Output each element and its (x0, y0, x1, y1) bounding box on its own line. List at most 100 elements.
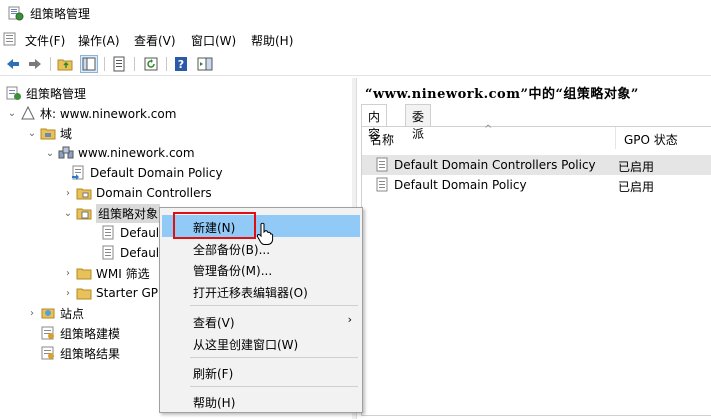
menu-window[interactable]: 窗口(W) (191, 32, 236, 49)
column-header-name[interactable]: 名称 ^ (362, 124, 616, 149)
gpo-scroll-icon (376, 157, 388, 172)
menu-item-refresh[interactable]: 刷新(F) (162, 361, 360, 383)
menu-separator (190, 386, 358, 387)
title-bar: 组策略管理 (0, 0, 711, 26)
menu-item-migration-table-editor[interactable]: 打开迁移表编辑器(O) (162, 280, 360, 302)
refresh-icon[interactable] (142, 55, 160, 73)
toolbar: ? (0, 52, 711, 76)
group-policy-app-icon (8, 6, 24, 21)
tree-item-group-policy-objects[interactable]: ⌄ 组策略对象 (62, 203, 161, 223)
row-name-cell: Default Domain Controllers Policy (374, 157, 596, 173)
tree-label: 林: www.ninework.com (40, 106, 177, 121)
gpo-list: 名称 ^ GPO 状态 Default Domain Controllers P… (361, 124, 711, 416)
tab-contents[interactable]: 内容 (361, 104, 388, 141)
menu-help[interactable]: 帮助(H) (251, 32, 293, 49)
chevron-right-icon[interactable]: › (62, 187, 74, 199)
menu-item-view[interactable]: 查看(V) › (162, 310, 360, 332)
toolbar-separator (166, 57, 167, 71)
chevron-down-icon[interactable]: ⌄ (26, 127, 38, 139)
menu-action[interactable]: 操作(A) (78, 32, 120, 49)
menu-view[interactable]: 查看(V) (134, 32, 176, 49)
gpo-status: 已启用 (618, 180, 655, 194)
tree-item-modeling[interactable]: 组策略建模 (38, 323, 120, 343)
domain-icon (58, 146, 74, 159)
chevron-down-icon[interactable]: ⌄ (62, 207, 74, 219)
tree-label: 站点 (60, 306, 85, 321)
menu-item-manage-backups[interactable]: 管理备份(M)... (162, 258, 360, 280)
chevron-down-icon[interactable]: ⌄ (6, 107, 18, 119)
tree-item-forest[interactable]: ⌄ 林: www.ninework.com (6, 103, 176, 123)
details-title: “www.ninework.com”中的“组策略对象” (365, 87, 639, 102)
svg-text:?: ? (178, 58, 184, 71)
menu-file[interactable]: 文件(F) (25, 32, 65, 49)
menu-item-new-window[interactable]: 从这里创建窗口(W) (162, 332, 360, 354)
tree-label: 组策略管理 (26, 86, 87, 101)
tree-label: 组策略建模 (60, 326, 121, 341)
tree-item-domain-controllers[interactable]: › Domain Controllers (62, 183, 212, 203)
ou-folder-icon (76, 188, 92, 200)
wmi-folder-icon (76, 268, 92, 280)
gpo-document-icon (102, 245, 114, 260)
table-row[interactable]: Default Domain Controllers Policy 已启用 (362, 155, 711, 175)
tree-item-wmi-filters[interactable]: › WMI 筛选 (62, 263, 150, 283)
tree-label: Defaul (120, 246, 160, 260)
tree-item-results[interactable]: 组策略结果 (38, 343, 120, 363)
column-header-status[interactable]: GPO 状态 (616, 127, 711, 149)
menu-bar: 文件(F) 操作(A) 查看(V) 窗口(W) 帮助(H) (0, 28, 711, 50)
tree-label: 域 (60, 126, 73, 141)
details-pane: “www.ninework.com”中的“组策略对象” 内容 委派 名称 ^ G… (356, 78, 711, 419)
chevron-down-icon[interactable]: ⌄ (44, 147, 56, 159)
tree-item-gpo-child[interactable]: Defaul (98, 243, 159, 263)
properties-icon[interactable] (110, 55, 128, 73)
gpo-document-icon (102, 225, 114, 240)
tree-item-root[interactable]: 组策略管理 (4, 83, 86, 103)
table-row[interactable]: Default Domain Policy 已启用 (362, 175, 711, 195)
gpo-name: Default Domain Controllers Policy (394, 158, 596, 172)
folder-up-icon[interactable] (56, 55, 74, 73)
tree-item-gpo-child[interactable]: Defaul (98, 223, 159, 243)
gpo-name: Default Domain Policy (394, 178, 527, 192)
menu-item-help[interactable]: 帮助(H) (162, 390, 360, 412)
forward-arrow-icon[interactable] (26, 55, 44, 73)
submenu-arrow-icon: › (347, 313, 352, 326)
sort-ascending-icon: ^ (484, 124, 493, 135)
domains-folder-icon (40, 128, 56, 140)
menu-separator (190, 305, 358, 306)
help-icon[interactable]: ? (172, 55, 190, 73)
toolbar-separator (104, 57, 105, 71)
action-pane-icon[interactable] (196, 55, 214, 73)
window-title: 组策略管理 (30, 7, 91, 21)
tree-item-domains[interactable]: ⌄ 域 (26, 123, 72, 143)
tab-delegation[interactable]: 委派 (405, 104, 432, 141)
console-system-icon[interactable] (3, 31, 19, 47)
starter-gpo-folder-icon (76, 288, 92, 300)
gpo-link-icon (72, 165, 84, 180)
show-hide-tree-icon[interactable] (80, 55, 98, 73)
gpo-folder-icon (76, 208, 92, 220)
tree-label: Starter GP (96, 286, 158, 300)
tree-label: www.ninework.com (78, 146, 195, 160)
gpo-status: 已启用 (618, 160, 655, 174)
group-policy-icon (6, 86, 21, 100)
tree-item-sites[interactable]: › 站点 (26, 303, 84, 323)
gpo-scroll-icon (376, 177, 388, 192)
results-icon (41, 346, 54, 360)
tree-item-domain[interactable]: ⌄ www.ninework.com (44, 143, 195, 163)
tree-label: Defaul (120, 226, 160, 240)
tree-label: 组策略对象 (96, 203, 161, 223)
chevron-right-icon[interactable]: › (62, 287, 74, 299)
modeling-icon (41, 326, 54, 340)
sites-icon (41, 308, 55, 319)
tree-item-starter-gpos[interactable]: › Starter GP (62, 283, 158, 303)
tree-label: 组策略结果 (60, 346, 121, 361)
row-name-cell: Default Domain Policy (374, 177, 527, 193)
back-arrow-icon[interactable] (4, 55, 22, 73)
highlight-annotation-box (173, 212, 256, 239)
tree-item-default-domain-policy[interactable]: Default Domain Policy (68, 163, 223, 183)
hand-cursor-icon (256, 222, 274, 245)
chevron-right-icon[interactable]: › (62, 267, 74, 279)
tree-label: Default Domain Policy (90, 166, 223, 180)
toolbar-separator (50, 57, 51, 71)
forest-triangle-icon (21, 105, 35, 120)
chevron-right-icon[interactable]: › (26, 307, 38, 319)
